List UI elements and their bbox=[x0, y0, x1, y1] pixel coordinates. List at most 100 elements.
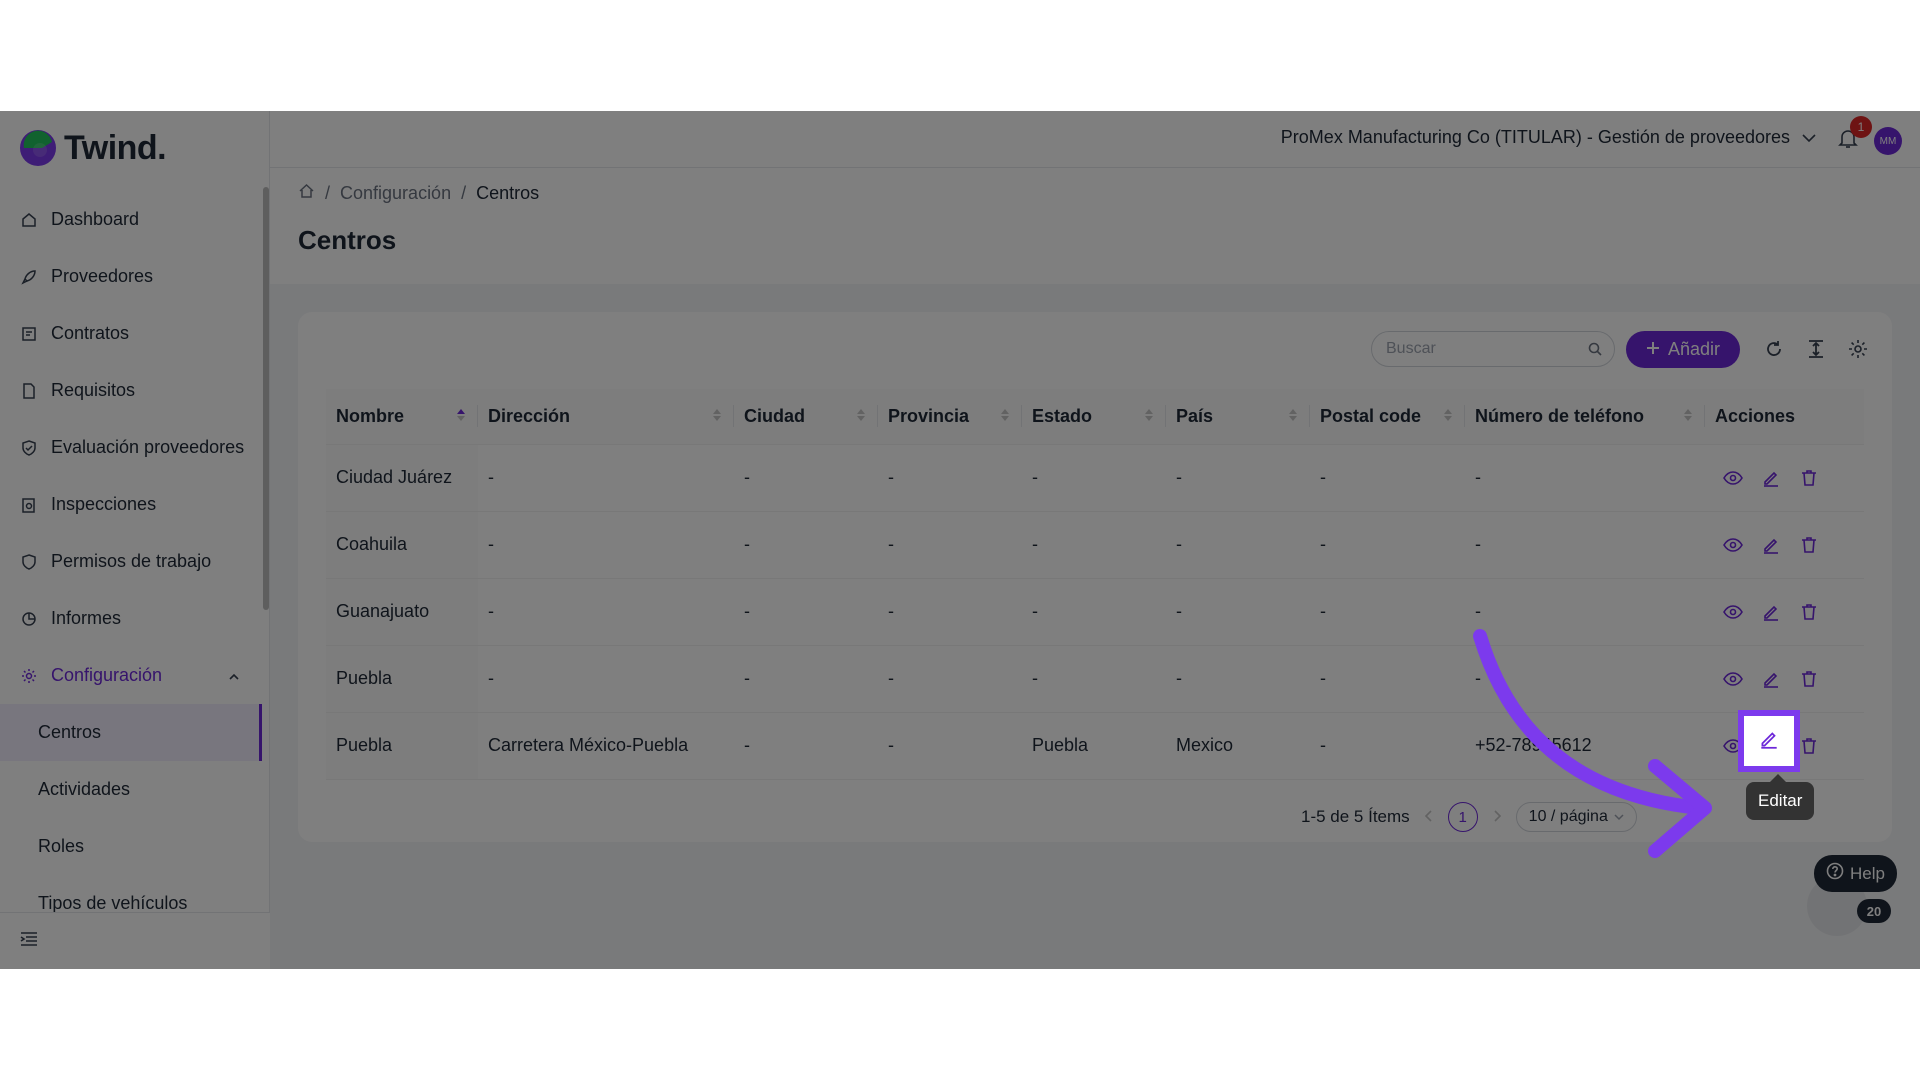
table-cell: Puebla bbox=[326, 645, 478, 713]
edit-icon[interactable] bbox=[1761, 669, 1781, 689]
add-button-label: Añadir bbox=[1667, 339, 1721, 359]
sort-icon bbox=[712, 407, 722, 428]
sidebar-item-proveedores[interactable]: Proveedores bbox=[0, 248, 262, 305]
pie-chart-icon bbox=[20, 610, 37, 627]
table-cell: - bbox=[1166, 444, 1310, 512]
twind-logo-icon bbox=[20, 130, 56, 166]
organization-selector[interactable]: ProMex Manufacturing Co (TITULAR) - Gest… bbox=[1281, 127, 1816, 148]
search-icon[interactable] bbox=[1588, 342, 1602, 361]
delete-icon[interactable] bbox=[1799, 602, 1819, 622]
sidebar-subitem-roles[interactable]: Roles bbox=[0, 818, 262, 875]
sidebar-item-evaluacion[interactable]: Evaluación proveedores bbox=[0, 419, 262, 476]
home-icon bbox=[20, 211, 37, 228]
column-height-icon[interactable] bbox=[1804, 337, 1828, 361]
table-cell: - bbox=[1310, 444, 1465, 512]
sidebar-item-permisos[interactable]: Permisos de trabajo bbox=[0, 533, 262, 590]
sidebar-item-label: Proveedores bbox=[51, 266, 154, 286]
table-cell: Coahuila bbox=[326, 511, 478, 579]
table-cell: - bbox=[878, 578, 1022, 646]
sort-icon bbox=[1288, 407, 1298, 428]
shield-icon bbox=[20, 553, 37, 570]
breadcrumb: / Configuración / Centros bbox=[298, 183, 539, 204]
view-icon[interactable] bbox=[1723, 535, 1743, 555]
sidebar-item-inspecciones[interactable]: Inspecciones bbox=[0, 476, 262, 533]
topbar: ProMex Manufacturing Co (TITULAR) - Gest… bbox=[270, 111, 1920, 168]
table-cell: - bbox=[1310, 712, 1465, 780]
chevron-up-icon bbox=[228, 667, 240, 688]
column-header-postal-code[interactable]: Postal code bbox=[1310, 389, 1465, 445]
organization-name: ProMex Manufacturing Co (TITULAR) - Gest… bbox=[1280, 127, 1790, 147]
sidebar-item-dashboard[interactable]: Dashboard bbox=[0, 191, 262, 248]
sidebar-subitem-label: Actividades bbox=[38, 779, 131, 799]
table-cell: - bbox=[478, 578, 734, 646]
column-header-provincia[interactable]: Provincia bbox=[878, 389, 1022, 445]
sidebar-item-configuracion[interactable]: Configuración bbox=[0, 647, 262, 704]
sort-icon bbox=[1683, 407, 1693, 428]
delete-icon[interactable] bbox=[1799, 468, 1819, 488]
sidebar-item-label: Requisitos bbox=[51, 380, 136, 400]
column-header-label: Estado bbox=[1032, 405, 1093, 426]
settings-icon[interactable] bbox=[1846, 337, 1870, 361]
sidebar-item-label: Configuración bbox=[51, 665, 163, 685]
refresh-icon[interactable] bbox=[1762, 337, 1786, 361]
table-cell: - bbox=[878, 712, 1022, 780]
table-cell: - bbox=[734, 645, 878, 713]
help-label: Help bbox=[1850, 863, 1885, 883]
column-header-label: Provincia bbox=[888, 405, 970, 426]
edit-icon[interactable] bbox=[1761, 468, 1781, 488]
sidebar-scrollbar[interactable] bbox=[263, 187, 269, 610]
search-input[interactable] bbox=[1371, 331, 1615, 367]
sidebar-subitem-centros[interactable]: Centros bbox=[0, 704, 262, 761]
column-header-label: Acciones bbox=[1715, 405, 1796, 426]
table-cell: - bbox=[1465, 444, 1705, 512]
table-cell: Guanajuato bbox=[326, 578, 478, 646]
table-cell: - bbox=[478, 645, 734, 713]
column-header-nombre[interactable]: Nombre bbox=[326, 389, 478, 445]
column-header-ciudad[interactable]: Ciudad bbox=[734, 389, 878, 445]
sort-icon bbox=[1000, 407, 1010, 428]
chevron-left-icon[interactable] bbox=[1424, 807, 1434, 827]
home-icon[interactable] bbox=[298, 183, 315, 204]
breadcrumb-separator: / bbox=[461, 183, 467, 203]
sort-icon bbox=[1144, 407, 1154, 428]
help-button[interactable]: Help bbox=[1814, 855, 1897, 892]
edit-icon[interactable] bbox=[1761, 535, 1781, 555]
add-button[interactable]: Añadir bbox=[1626, 331, 1740, 368]
column-header-pais[interactable]: País bbox=[1166, 389, 1310, 445]
edit-icon[interactable] bbox=[1761, 602, 1781, 622]
sidebar-item-contratos[interactable]: Contratos bbox=[0, 305, 262, 362]
table-cell: - bbox=[1166, 511, 1310, 579]
table-cell: - bbox=[1310, 645, 1465, 713]
column-header-label: Postal code bbox=[1320, 405, 1422, 426]
delete-icon[interactable] bbox=[1799, 669, 1819, 689]
view-icon[interactable] bbox=[1723, 468, 1743, 488]
delete-icon[interactable] bbox=[1799, 736, 1819, 756]
row-actions bbox=[1705, 444, 1864, 512]
notification-badge: 1 bbox=[1850, 116, 1872, 138]
sidebar-item-requisitos[interactable]: Requisitos bbox=[0, 362, 262, 419]
sidebar-item-informes[interactable]: Informes bbox=[0, 590, 262, 647]
column-header-estado[interactable]: Estado bbox=[1022, 389, 1166, 445]
table-cell: - bbox=[1310, 511, 1465, 579]
sidebar-item-label: Inspecciones bbox=[51, 494, 157, 514]
chevron-down-icon bbox=[1802, 127, 1816, 148]
table-header-row: Nombre Dirección Ciudad Provincia Estado… bbox=[326, 389, 1864, 445]
avatar[interactable]: MM bbox=[1874, 127, 1902, 155]
pagination-summary: 1-5 de 5 Ítems bbox=[1301, 807, 1410, 826]
column-header-direccion[interactable]: Dirección bbox=[478, 389, 734, 445]
sidebar-subitem-actividades[interactable]: Actividades bbox=[0, 761, 262, 818]
sidebar-footer bbox=[0, 912, 270, 969]
breadcrumb-configuracion[interactable]: Configuración bbox=[340, 183, 451, 204]
edit-button-highlight[interactable] bbox=[1738, 710, 1800, 772]
logo-text: Twind. bbox=[64, 128, 167, 167]
collapse-menu-icon[interactable] bbox=[20, 931, 38, 952]
row-actions bbox=[1705, 511, 1864, 579]
sidebar-subitem-label: Tipos de vehículos bbox=[38, 893, 188, 913]
delete-icon[interactable] bbox=[1799, 535, 1819, 555]
breadcrumb-centros: Centros bbox=[476, 183, 540, 203]
gear-icon bbox=[20, 667, 37, 684]
app-window: Twind. Dashboard Proveedores Contratos R… bbox=[0, 111, 1920, 969]
table-cell: - bbox=[1166, 578, 1310, 646]
column-header-label: Número de teléfono bbox=[1475, 405, 1645, 426]
column-header-telefono[interactable]: Número de teléfono bbox=[1465, 389, 1705, 445]
